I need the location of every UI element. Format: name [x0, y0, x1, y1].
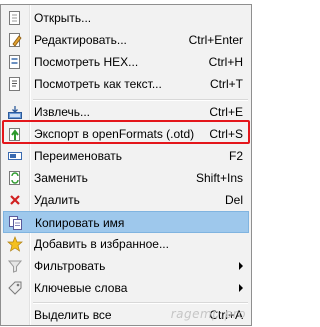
menu-item-label: Заменить	[34, 171, 88, 185]
open-icon	[7, 10, 23, 26]
extract-icon	[7, 104, 23, 120]
replace-icon	[7, 170, 23, 186]
export-highlight-outline	[2, 120, 250, 144]
menu-item-delete[interactable]: Удалить Del	[3, 189, 249, 211]
context-menu: Открыть... Редактировать... Ctrl+Enter П…	[0, 4, 252, 326]
menu-item-shortcut: Ctrl+H	[208, 55, 243, 69]
menu-item-label: Редактировать...	[34, 33, 127, 47]
menu-item-keywords[interactable]: Ключевые слова	[3, 277, 249, 299]
menu-item-label: Переименовать	[34, 149, 122, 163]
menu-item-label: Копировать имя	[35, 216, 125, 230]
menu-item-replace[interactable]: Заменить Shift+Ins	[3, 167, 249, 189]
filter-icon	[7, 258, 23, 274]
menu-item-hex-view[interactable]: Посмотреть HEX... Ctrl+H	[3, 51, 249, 73]
menu-item-label: Посмотреть как текст...	[34, 77, 162, 91]
delete-icon	[7, 192, 23, 208]
menu-item-shortcut: Del	[224, 193, 243, 207]
menu-item-shortcut: Ctrl+Enter	[188, 33, 243, 47]
menu-item-label: Фильтровать	[34, 259, 106, 273]
submenu-arrow-icon	[239, 262, 243, 270]
menu-item-label: Удалить	[34, 193, 80, 207]
menu-item-label: Извлечь...	[34, 105, 91, 119]
menu-item-label: Открыть...	[34, 11, 92, 25]
menu-item-text-view[interactable]: Посмотреть как текст... Ctrl+T	[3, 73, 249, 95]
copy-name-icon	[8, 215, 24, 231]
menu-item-label: Выделить все	[34, 308, 112, 322]
background-text	[8, 0, 11, 3]
tag-icon	[7, 280, 23, 296]
star-icon	[7, 236, 23, 252]
menu-item-copy-name[interactable]: Копировать имя	[3, 211, 249, 233]
hex-view-icon	[7, 54, 23, 70]
menu-item-shortcut: Shift+Ins	[195, 171, 243, 185]
watermark: ragemp.pro	[170, 307, 246, 321]
menu-item-label: Добавить в избранное...	[34, 237, 169, 251]
menu-item-label: Ключевые слова	[34, 281, 128, 295]
menu-item-shortcut: Ctrl+E	[209, 105, 243, 119]
menu-item-rename[interactable]: Переименовать F2	[3, 145, 249, 167]
submenu-arrow-icon	[239, 284, 243, 292]
text-view-icon	[7, 76, 23, 92]
menu-item-open[interactable]: Открыть...	[3, 7, 249, 29]
menu-item-shortcut: F2	[228, 149, 243, 163]
edit-icon	[7, 32, 23, 48]
menu-item-edit[interactable]: Редактировать... Ctrl+Enter	[3, 29, 249, 51]
menu-item-add-favorites[interactable]: Добавить в избранное...	[3, 233, 249, 255]
menu-item-label: Посмотреть HEX...	[34, 55, 139, 69]
rename-icon	[7, 148, 23, 164]
menu-item-shortcut: Ctrl+T	[210, 77, 243, 91]
menu-item-filter[interactable]: Фильтровать	[3, 255, 249, 277]
